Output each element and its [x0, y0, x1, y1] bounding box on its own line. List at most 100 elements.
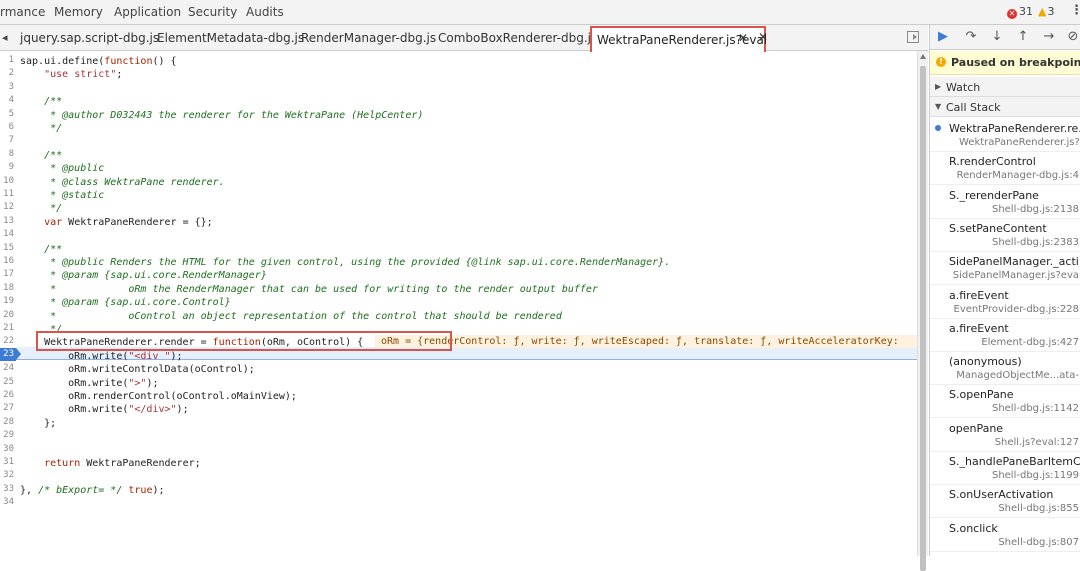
error-warning-counter[interactable]: ✕ 31 ▲3 — [1007, 5, 1054, 19]
line-number[interactable]: 32 — [0, 470, 14, 480]
frame-location[interactable]: Shell-dbg.js:1199 — [992, 470, 1079, 481]
line-number[interactable]: 17 — [0, 269, 14, 279]
call-frame[interactable]: a.fireEvent Element-dbg.js:427 — [930, 319, 1080, 352]
line-number[interactable]: 18 — [0, 283, 14, 293]
more-vert-icon[interactable]: ⋮ — [1070, 3, 1080, 21]
frame-function: S._rerenderPane — [949, 188, 1039, 202]
line-number[interactable]: 33 — [0, 484, 14, 494]
line-number[interactable]: 4 — [0, 95, 14, 105]
call-frame[interactable]: S.onUserActivation Shell-dbg.js:855 — [930, 485, 1080, 519]
step-out-icon[interactable]: ↑ — [1014, 28, 1032, 46]
frame-location[interactable]: Element-dbg.js:427 — [981, 337, 1079, 348]
line-number[interactable]: 9 — [0, 162, 14, 172]
editor-scrollbar[interactable] — [917, 51, 928, 571]
line-number[interactable]: 2 — [0, 68, 14, 78]
frame-location[interactable]: Shell.js?eval:127 — [995, 437, 1079, 448]
deactivate-breakpoints-icon[interactable]: ⊘ — [1064, 28, 1080, 46]
file-tab[interactable]: RenderManager-dbg.js — [301, 31, 436, 45]
frame-function: S.onUserActivation — [949, 488, 1054, 502]
call-frame[interactable]: R.renderControl RenderManager-dbg.js:4 — [930, 152, 1080, 186]
line-number[interactable]: 34 — [0, 497, 14, 507]
code-line: oRm.write(">"); — [20, 377, 159, 389]
watch-section-header[interactable]: ▶ Watch — [930, 77, 1080, 97]
frame-location[interactable]: RenderManager-dbg.js:4 — [957, 170, 1079, 181]
code-line: var WektraPaneRenderer = {}; — [44, 216, 213, 228]
line-number[interactable]: 8 — [0, 149, 14, 159]
frame-location[interactable]: Shell-dbg.js:807 — [998, 537, 1079, 548]
line-number[interactable]: 20 — [0, 310, 14, 320]
frame-location[interactable]: SidePanelManager.js?eva — [953, 270, 1079, 281]
code-line: oRm.renderControl(oControl.oMainView); — [20, 391, 297, 402]
line-number[interactable]: 11 — [0, 189, 14, 199]
file-tab[interactable]: ElementMetadata-dbg.js — [157, 31, 304, 45]
call-frame[interactable]: S.openPane Shell-dbg.js:1142 — [930, 385, 1080, 419]
frame-location[interactable]: Shell-dbg.js:855 — [998, 503, 1079, 514]
line-number[interactable]: 5 — [0, 109, 14, 119]
call-frame[interactable]: S._rerenderPane Shell-dbg.js:2138 — [930, 186, 1080, 219]
code-line: * @author D032443 the renderer for the W… — [20, 109, 424, 121]
line-number[interactable]: 21 — [0, 323, 14, 333]
close-icon[interactable]: ✕ — [738, 31, 748, 45]
step-into-icon[interactable]: ↓ — [988, 28, 1006, 46]
line-number[interactable]: 28 — [0, 417, 14, 427]
line-number[interactable]: 6 — [0, 122, 14, 132]
line-number[interactable]: 27 — [0, 403, 14, 413]
code-editor[interactable]: 1 2 3 4 5 6 7 8 9 10 11 12 13 14 15 16 17 18 19 20 21 22 24 25 2… — [0, 51, 917, 556]
line-number[interactable]: 12 — [0, 202, 14, 212]
tab-security[interactable]: Security — [188, 5, 237, 19]
line-number[interactable]: 1 — [0, 55, 14, 65]
frame-location[interactable]: ManagedObjectMe...ata- — [956, 370, 1079, 381]
call-frame[interactable]: openPane Shell.js?eval:127 — [930, 419, 1080, 452]
close-icon[interactable]: ✕ — [758, 30, 768, 44]
call-frame[interactable]: a.fireEvent EventProvider-dbg.js:228 — [930, 286, 1080, 319]
line-number[interactable]: 29 — [0, 430, 14, 440]
breakpoint-marker[interactable]: 23 — [0, 348, 21, 361]
line-number[interactable]: 16 — [0, 256, 14, 266]
line-number[interactable]: 25 — [0, 377, 14, 387]
call-frame[interactable]: S.onclick Shell-dbg.js:807 — [930, 519, 1080, 552]
call-frame[interactable]: S.setPaneContent Shell-dbg.js:2383 — [930, 219, 1080, 252]
tab-memory[interactable]: Memory — [54, 5, 103, 19]
callstack-section-header[interactable]: ▼ Call Stack — [930, 97, 1080, 117]
line-number[interactable]: 7 — [0, 135, 14, 145]
frame-location[interactable]: WektraPaneRenderer.js?e — [959, 137, 1080, 148]
file-tab[interactable]: ComboBoxRenderer-dbg.js — [438, 31, 597, 45]
line-number[interactable]: 3 — [0, 82, 14, 92]
step-icon[interactable]: → — [1040, 28, 1058, 46]
line-number[interactable]: 14 — [0, 229, 14, 239]
resume-icon[interactable]: ▶ — [934, 28, 952, 46]
scrollbar-thumb[interactable] — [920, 66, 926, 571]
tab-application[interactable]: Application — [114, 5, 181, 19]
frame-location[interactable]: Shell-dbg.js:1142 — [992, 403, 1079, 414]
toggle-sidebar-icon[interactable] — [907, 31, 919, 43]
call-frame[interactable]: S._handlePaneBarItemC... Shell-dbg.js:119… — [930, 452, 1080, 485]
scroll-left-icon[interactable]: ◂ — [2, 31, 8, 44]
file-tab-active[interactable]: WektraPaneRenderer.js?eval ✕ — [590, 26, 767, 52]
line-number[interactable]: 15 — [0, 243, 14, 253]
tab-audits[interactable]: Audits — [246, 5, 284, 19]
tab-performance[interactable]: rmance — [0, 5, 45, 19]
call-frame[interactable]: WektraPaneRenderer.re... WektraPaneRender… — [930, 119, 1080, 152]
line-number[interactable]: 26 — [0, 390, 14, 400]
line-number[interactable]: 30 — [0, 444, 14, 454]
call-frame[interactable]: (anonymous) ManagedObjectMe...ata- — [930, 352, 1080, 386]
line-number[interactable]: 31 — [0, 457, 14, 467]
frame-function: SidePanelManager._acti... — [949, 255, 1080, 269]
call-frame[interactable]: SidePanelManager._acti... SidePanelManage… — [930, 252, 1080, 286]
line-number[interactable]: 19 — [0, 296, 14, 306]
line-number-gutter[interactable]: 1 2 3 4 5 6 7 8 9 10 11 12 13 14 15 16 17 18 19 20 21 22 24 25 2… — [0, 51, 16, 556]
frame-location[interactable]: Shell-dbg.js:2138 — [992, 204, 1079, 215]
line-number[interactable]: 10 — [0, 176, 14, 186]
step-over-icon[interactable]: ↷ — [962, 28, 980, 46]
frame-location[interactable]: Shell-dbg.js:2383 — [992, 237, 1079, 248]
frame-function: openPane — [949, 421, 1004, 435]
line-number[interactable]: 13 — [0, 216, 14, 226]
current-frame-icon — [935, 125, 941, 131]
code-line: */ — [20, 203, 63, 215]
line-number[interactable]: 22 — [0, 336, 14, 346]
frame-location[interactable]: EventProvider-dbg.js:228 — [954, 304, 1079, 315]
line-number[interactable]: 24 — [0, 363, 14, 373]
file-tab[interactable]: jquery.sap.script-dbg.js — [20, 31, 159, 45]
source-file-tabs: ◂ jquery.sap.script-dbg.js ElementMetada… — [0, 25, 928, 52]
scroll-up-icon[interactable] — [920, 54, 926, 59]
